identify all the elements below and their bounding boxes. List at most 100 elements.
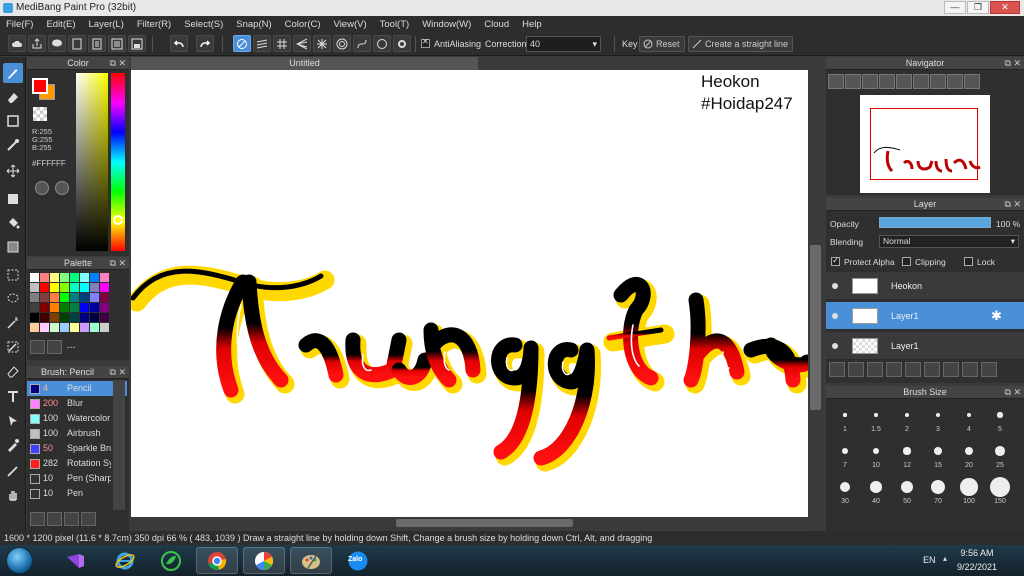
canvas-horizontal-scrollbar[interactable] bbox=[131, 517, 808, 529]
clock-date[interactable]: 9/22/2021 bbox=[952, 562, 1002, 572]
palette-swatch[interactable] bbox=[40, 273, 49, 282]
brush-size-option[interactable]: 5 bbox=[985, 403, 1015, 433]
new-file-button[interactable] bbox=[68, 35, 86, 52]
navigator-thumbnail[interactable] bbox=[860, 95, 990, 193]
opacity-slider[interactable] bbox=[879, 217, 991, 228]
zoom-in-icon[interactable] bbox=[828, 74, 844, 89]
canvas-vertical-scrollbar[interactable] bbox=[808, 70, 823, 517]
layer-order-icon[interactable] bbox=[962, 362, 978, 377]
brush-item[interactable]: 10 Pen (Sharp) bbox=[27, 471, 127, 486]
menu-snap[interactable]: Snap(N) bbox=[236, 19, 271, 30]
vertical-scroll-thumb[interactable] bbox=[810, 245, 821, 410]
select-eraser-tool[interactable] bbox=[3, 361, 23, 381]
panel-close-icon[interactable]: ⧉ ✕ bbox=[110, 257, 126, 270]
delete-palette-color-icon[interactable] bbox=[47, 340, 62, 354]
palette-swatch[interactable] bbox=[90, 303, 99, 312]
lock-checkbox[interactable] bbox=[964, 257, 973, 266]
merge-layer-icon[interactable] bbox=[943, 362, 959, 377]
taskbar-visual-studio[interactable] bbox=[54, 547, 96, 574]
add-brush-icon[interactable] bbox=[30, 512, 45, 526]
bucket-tool[interactable] bbox=[3, 213, 23, 233]
palette-swatch[interactable] bbox=[100, 273, 109, 282]
brush-item[interactable]: 100 Watercolor bbox=[27, 411, 127, 426]
taskbar-picasa[interactable] bbox=[243, 547, 285, 574]
snap-concentric-button[interactable] bbox=[333, 35, 351, 52]
menu-window[interactable]: Window(W) bbox=[422, 19, 471, 30]
menu-filter[interactable]: Filter(R) bbox=[137, 19, 171, 30]
color-set-icon[interactable] bbox=[55, 181, 69, 195]
snap-grid-button[interactable] bbox=[273, 35, 291, 52]
duplicate-layer-icon[interactable] bbox=[924, 362, 940, 377]
zoom-out-icon[interactable] bbox=[845, 74, 861, 89]
palette-swatch[interactable] bbox=[50, 273, 59, 282]
palette-swatch[interactable] bbox=[90, 283, 99, 292]
palette-swatch[interactable] bbox=[60, 273, 69, 282]
palette-swatch[interactable] bbox=[60, 303, 69, 312]
redo-button[interactable] bbox=[196, 35, 214, 52]
palette-swatch[interactable] bbox=[70, 293, 79, 302]
cloud-button[interactable] bbox=[8, 35, 26, 52]
palette-swatch[interactable] bbox=[100, 283, 109, 292]
brush-size-option[interactable]: 1 bbox=[830, 403, 860, 433]
palette-swatch[interactable] bbox=[60, 323, 69, 332]
comment-button[interactable] bbox=[48, 35, 66, 52]
open-file-button[interactable] bbox=[88, 35, 106, 52]
antialiasing-checkbox[interactable] bbox=[421, 37, 430, 48]
brush-size-option[interactable]: 4 bbox=[954, 403, 984, 433]
palette-swatch[interactable] bbox=[30, 313, 39, 322]
palette-swatch[interactable] bbox=[90, 273, 99, 282]
horizontal-scroll-thumb[interactable] bbox=[396, 519, 573, 527]
lasso-tool[interactable] bbox=[3, 289, 23, 309]
add-palette-color-button[interactable] bbox=[30, 340, 45, 354]
language-indicator[interactable]: EN bbox=[923, 555, 936, 565]
brush-size-option[interactable]: 12 bbox=[892, 439, 922, 469]
magic-wand-tool[interactable] bbox=[3, 313, 23, 333]
brush-size-option[interactable]: 2 bbox=[892, 403, 922, 433]
palette-swatch[interactable] bbox=[40, 303, 49, 312]
brush-size-option[interactable]: 3 bbox=[923, 403, 953, 433]
rotate-left-icon[interactable] bbox=[896, 74, 912, 89]
saturation-value-picker[interactable] bbox=[76, 73, 108, 251]
palette-swatch[interactable] bbox=[70, 273, 79, 282]
eyedropper-tool[interactable] bbox=[3, 435, 23, 455]
delete-layer-icon[interactable] bbox=[981, 362, 997, 377]
brush-item[interactable]: 200 Blur bbox=[27, 396, 127, 411]
new-8bit-layer-icon[interactable] bbox=[867, 362, 883, 377]
palette-swatch[interactable] bbox=[70, 313, 79, 322]
visibility-eye-icon[interactable] bbox=[832, 343, 838, 349]
new-layer-icon[interactable] bbox=[829, 362, 845, 377]
panel-close-icon[interactable]: ⧉ ✕ bbox=[110, 57, 126, 70]
taskbar-green-app[interactable] bbox=[150, 547, 192, 574]
taskbar-internet-explorer[interactable] bbox=[104, 547, 146, 574]
taskbar-medibang-paint[interactable] bbox=[290, 547, 332, 574]
select-pen-tool[interactable] bbox=[3, 337, 23, 357]
brush-item[interactable]: 10 Pen bbox=[27, 486, 127, 501]
reset-button[interactable]: Reset bbox=[639, 36, 685, 52]
palette-swatch[interactable] bbox=[70, 283, 79, 292]
canvas[interactable]: Heokon #Hoidap247 bbox=[131, 70, 808, 517]
brush-size-option[interactable]: 100 bbox=[954, 475, 984, 505]
brush-item[interactable]: 282 Rotation Sym bbox=[27, 456, 127, 471]
brush-tool[interactable] bbox=[3, 63, 23, 83]
snap-perspective-button[interactable] bbox=[293, 35, 311, 52]
minimize-button[interactable]: — bbox=[944, 1, 966, 14]
menu-tool[interactable]: Tool(T) bbox=[380, 19, 410, 30]
brush-item[interactable]: 50 Sparkle Brush bbox=[27, 441, 127, 456]
palette-swatch[interactable] bbox=[30, 273, 39, 282]
snap-parallel-button[interactable] bbox=[253, 35, 271, 52]
palette-swatch[interactable] bbox=[80, 313, 89, 322]
correction-select[interactable]: 40 ▾ bbox=[526, 36, 601, 52]
clock-time[interactable]: 9:56 AM bbox=[957, 548, 997, 558]
palette-swatch[interactable] bbox=[80, 323, 89, 332]
palette-swatch[interactable] bbox=[30, 293, 39, 302]
brush-list-scrollbar[interactable] bbox=[113, 380, 125, 510]
palette-swatch[interactable] bbox=[30, 303, 39, 312]
visibility-eye-icon[interactable] bbox=[832, 283, 838, 289]
palette-swatch[interactable] bbox=[90, 313, 99, 322]
shape-tool[interactable] bbox=[3, 111, 23, 131]
menu-view[interactable]: View(V) bbox=[334, 19, 367, 30]
palette-swatch[interactable] bbox=[80, 273, 89, 282]
straight-line-button[interactable]: Create a straight line bbox=[688, 36, 794, 52]
brush-size-option[interactable]: 40 bbox=[861, 475, 891, 505]
save-button[interactable] bbox=[108, 35, 126, 52]
